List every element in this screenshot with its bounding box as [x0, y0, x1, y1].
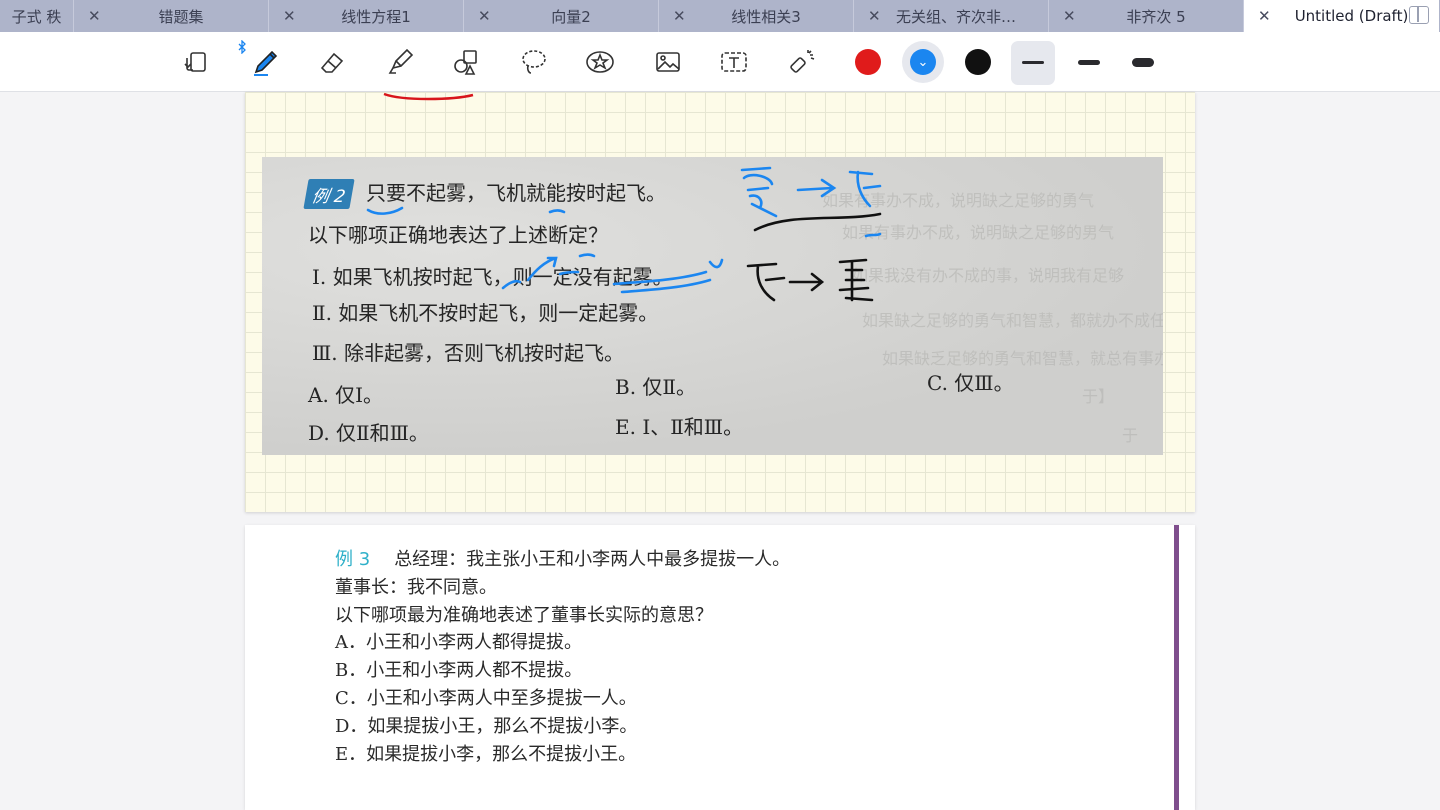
sticker-icon[interactable] — [580, 44, 620, 80]
image-icon[interactable] — [648, 44, 688, 80]
textbook-photo: 如果有事办不成，说明缺之足够的勇气 如果有事办不成，说明缺之足够的男气 如果我没… — [262, 157, 1163, 455]
tab-label: 非齐次 5 — [1126, 7, 1186, 26]
example3-tag: 例 3 — [335, 549, 371, 570]
tab-label: 线性相关3 — [731, 7, 801, 26]
color-red-swatch[interactable] — [855, 49, 881, 75]
statement-3: Ⅲ. 除非起雾，否则飞机按时起飞。 — [312, 341, 625, 365]
tab-2[interactable]: ✕ 错题集 — [74, 0, 269, 32]
example3-text: 总经理：我主张小王和小李两人中最多提拔一人。 — [394, 549, 791, 570]
tab-6[interactable]: ✕ 无关组、齐次非齐… — [854, 0, 1049, 32]
option-c: C. 仅Ⅲ。 — [927, 371, 1014, 395]
close-icon[interactable]: ✕ — [88, 7, 101, 25]
example-badge: 例 2 — [303, 179, 355, 209]
example3-line-3: 以下哪项最为准确地表述了董事长实际的意思？ — [335, 605, 713, 626]
color-blue-swatch[interactable]: ⌄ — [910, 49, 936, 75]
option-b: B. 仅Ⅱ。 — [615, 375, 697, 399]
tab-label: 子式 秩 — [11, 7, 62, 26]
example3-option-d: D．如果提拔小王，那么不提拔小李。 — [335, 716, 638, 737]
note-page-grid[interactable]: 如果有事办不成，说明缺之足够的勇气 如果有事办不成，说明缺之足够的男气 如果我没… — [245, 92, 1195, 512]
tab-label: 错题集 — [158, 7, 204, 26]
close-icon[interactable]: ✕ — [283, 7, 296, 25]
color-black-swatch[interactable] — [965, 49, 991, 75]
example2-stem: 只要不起雾，飞机就能按时起飞。 — [366, 181, 666, 205]
tab-label: 向量2 — [551, 7, 591, 26]
note-page-blank[interactable]: 例 3 总经理：我主张小王和小李两人中最多提拔一人。 董事长：我不同意。 以下哪项… — [245, 525, 1195, 810]
shapes-icon[interactable] — [446, 44, 486, 80]
stroke-thin-button[interactable] — [1022, 61, 1044, 64]
statement-2: Ⅱ. 如果飞机不按时起飞，则一定起雾。 — [312, 301, 659, 325]
tab-label: 无关组、齐次非齐… — [896, 7, 1026, 26]
page-layout-icon[interactable] — [177, 44, 217, 80]
lasso-icon[interactable] — [514, 44, 554, 80]
close-icon[interactable]: ✕ — [1063, 7, 1076, 25]
stroke-medium-button[interactable] — [1078, 60, 1100, 65]
ink-stroke-red — [383, 92, 474, 101]
example3-line-1: 例 3 总经理：我主张小王和小李两人中最多提拔一人。 — [335, 545, 790, 571]
option-e: E. Ⅰ、Ⅱ和Ⅲ。 — [615, 415, 744, 439]
tab-7[interactable]: ✕ 非齐次 5 — [1049, 0, 1244, 32]
tab-active[interactable]: ✕ Untitled (Draft) — [1244, 0, 1439, 32]
tab-4[interactable]: ✕ 向量2 — [464, 0, 659, 32]
tab-1[interactable]: 子式 秩 — [0, 0, 74, 32]
stroke-thick-button[interactable] — [1132, 58, 1154, 67]
close-icon[interactable]: ✕ — [673, 7, 686, 25]
close-icon[interactable]: ✕ — [478, 7, 491, 25]
laser-pointer-icon[interactable] — [782, 44, 822, 80]
page-edge-marker — [1174, 525, 1179, 810]
example3-line-2: 董事长：我不同意。 — [335, 577, 497, 598]
statement-1: Ⅰ. 如果飞机按时起飞，则一定没有起雾。 — [312, 265, 673, 289]
option-a: A. 仅Ⅰ。 — [308, 383, 384, 407]
tab-label: Untitled (Draft) — [1294, 7, 1409, 25]
tab-3[interactable]: ✕ 线性方程1 — [269, 0, 464, 32]
example2-question: 以下哪项正确地表达了上述断定？ — [308, 223, 608, 247]
pen-icon[interactable] — [244, 44, 284, 80]
option-d: D. 仅Ⅱ和Ⅲ。 — [308, 421, 429, 445]
close-icon[interactable]: ✕ — [868, 7, 881, 25]
example3-option-c: C．小王和小李两人中至多提拔一人。 — [335, 688, 637, 709]
sidebar-toggle-icon[interactable] — [1409, 6, 1429, 24]
close-icon[interactable]: ✕ — [1258, 7, 1271, 25]
text-icon[interactable] — [714, 44, 754, 80]
eraser-icon[interactable] — [312, 44, 352, 80]
toolbar: ⌄ — [0, 32, 1440, 92]
tab-label: 线性方程1 — [341, 7, 411, 26]
highlighter-icon[interactable] — [380, 44, 420, 80]
example3-option-e: E．如果提拔小李，那么不提拔小王。 — [335, 744, 637, 765]
tab-5[interactable]: ✕ 线性相关3 — [659, 0, 854, 32]
tab-bar: 子式 秩 ✕ 错题集 ✕ 线性方程1 ✕ 向量2 ✕ 线性相关3 ✕ 无关组、齐次非齐… … — [0, 0, 1440, 32]
example3-option-b: B．小王和小李两人都不提拔。 — [335, 660, 583, 681]
example3-option-a: A．小王和小李两人都得提拔。 — [335, 632, 582, 653]
